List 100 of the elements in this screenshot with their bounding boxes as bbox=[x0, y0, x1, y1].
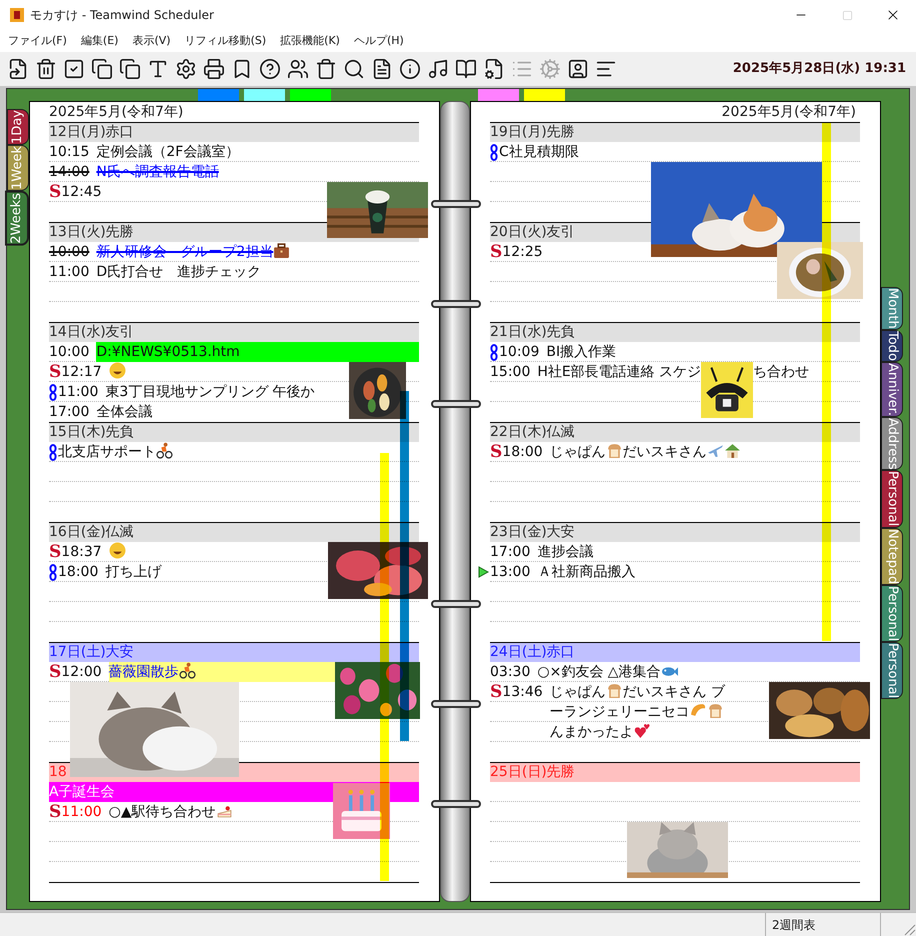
index-marker[interactable] bbox=[290, 89, 331, 101]
entry-time: 11:00 bbox=[61, 803, 102, 822]
schedule-mark: S bbox=[49, 802, 62, 822]
binder-ring bbox=[431, 800, 481, 808]
entry-text: 打ち上げ bbox=[105, 564, 162, 580]
entry-text: C社見積期限 bbox=[499, 144, 579, 160]
schedule-mark: S bbox=[49, 542, 62, 562]
resize-grip-icon bbox=[902, 922, 916, 936]
menu-item[interactable]: 編集(E) bbox=[80, 32, 118, 50]
status-text: 2週間表 bbox=[772, 916, 816, 934]
entry-text: ○×釣友会 △港集合 bbox=[537, 664, 661, 680]
users-icon[interactable] bbox=[286, 58, 308, 80]
entry-time: 18:00 bbox=[502, 443, 543, 462]
side-tab[interactable]: Todo bbox=[881, 330, 903, 362]
entry-text: N氏へ調査報告電話 bbox=[96, 164, 219, 180]
entry-text: BI搬入作業 bbox=[546, 344, 616, 360]
entry-text: A子誕生会 bbox=[49, 784, 115, 800]
entry-text: ○▲駅待ち合わせ bbox=[108, 804, 216, 820]
binder-ring bbox=[431, 400, 481, 408]
hearts-icon bbox=[634, 722, 651, 739]
entry-text: D氏打合せ 進捗チェック bbox=[96, 264, 262, 280]
music-icon[interactable] bbox=[426, 58, 448, 80]
entry-time: 14:00 bbox=[49, 163, 90, 182]
entry-time: 12:17 bbox=[61, 363, 102, 382]
smiley-icon bbox=[108, 362, 126, 379]
help-icon[interactable] bbox=[258, 58, 280, 80]
smiley-icon bbox=[108, 542, 126, 559]
entry-time: 12:45 bbox=[61, 183, 102, 202]
entry-text: ち合わせ bbox=[753, 364, 810, 380]
checkbox-icon[interactable] bbox=[62, 58, 84, 80]
menu-item[interactable]: ヘルプ(H) bbox=[354, 32, 404, 50]
schedule-mark: S bbox=[490, 442, 502, 462]
day-header: 24日(土)赤口 bbox=[490, 643, 860, 662]
index-marker[interactable] bbox=[244, 89, 285, 101]
entry-time: 12:25 bbox=[502, 243, 543, 262]
side-tab[interactable]: 1Day bbox=[7, 109, 29, 145]
schedule-mark: S bbox=[49, 182, 62, 202]
binder-ring bbox=[431, 200, 481, 208]
day-header: 21日(水)先負 bbox=[490, 323, 860, 342]
entry-text: 新人研修会 グループ2担当 bbox=[96, 244, 274, 260]
binder-ring bbox=[431, 600, 481, 608]
side-tab[interactable]: Personal bbox=[881, 470, 903, 528]
window-title: モカすけ - Teamwind Scheduler bbox=[30, 7, 214, 24]
bin-icon[interactable] bbox=[314, 58, 336, 80]
day-header: 17日(土)大安 bbox=[49, 643, 419, 662]
day-header: 14日(水)友引 bbox=[49, 323, 419, 342]
schedule-mark: S bbox=[49, 662, 62, 682]
clock: 2025年5月28日(水) 19:31 bbox=[732, 60, 906, 78]
side-tab[interactable]: 2Weeks bbox=[5, 190, 29, 246]
entry-time: 13:00 bbox=[490, 563, 530, 582]
printer-icon[interactable] bbox=[202, 58, 224, 80]
file-settings-icon[interactable] bbox=[482, 58, 504, 80]
day-header: 12日(月)赤口 bbox=[49, 123, 419, 142]
menu-item[interactable]: 表示(V) bbox=[132, 32, 171, 50]
entry-time: 18:37 bbox=[61, 543, 102, 562]
user-card-icon[interactable] bbox=[566, 58, 588, 80]
month-heading: 2025年5月(令和7年) bbox=[722, 103, 856, 122]
settings-icon[interactable] bbox=[174, 58, 196, 80]
entry-time: 18:00 bbox=[58, 563, 98, 582]
trash-icon[interactable] bbox=[34, 58, 56, 80]
side-tab[interactable]: Anniver. bbox=[881, 362, 903, 417]
entry-text: H社E部長電話連絡 スケジ bbox=[537, 364, 702, 380]
copy-icon[interactable] bbox=[118, 58, 140, 80]
entry-time: 15:00 bbox=[490, 363, 530, 382]
entry-text: Ａ社新商品搬入 bbox=[537, 564, 636, 580]
entry-time: 10:15 bbox=[49, 143, 90, 162]
index-marker[interactable] bbox=[524, 89, 565, 101]
menu-item[interactable]: リフィル移動(S) bbox=[184, 32, 266, 50]
day-header: 16日(金)仏滅 bbox=[49, 523, 419, 542]
house-icon bbox=[724, 442, 741, 459]
entry-text: だいスキさん bbox=[622, 444, 707, 460]
side-tab[interactable]: Personal bbox=[881, 584, 903, 642]
entry-time: 10:00 bbox=[49, 243, 90, 262]
day-header: 15日(木)先負 bbox=[49, 423, 419, 442]
entry-time: 11:00 bbox=[49, 263, 90, 282]
info-icon[interactable] bbox=[398, 58, 420, 80]
bread-icon bbox=[606, 442, 623, 459]
briefcase-icon bbox=[273, 242, 290, 259]
entry-time: 17:00 bbox=[49, 403, 90, 422]
index-marker[interactable] bbox=[198, 89, 239, 101]
entry-text: 進捗会議 bbox=[537, 544, 594, 560]
cyclist-icon bbox=[156, 442, 173, 459]
entry-text: 定例会議（2F会議室） bbox=[96, 144, 240, 160]
bread-icon bbox=[606, 682, 623, 699]
entry-time: 11:00 bbox=[58, 383, 98, 402]
entry-text: んまかったよ bbox=[550, 724, 634, 740]
day-header: 23日(金)大安 bbox=[490, 523, 860, 542]
entry-text: 東3丁目現地サンプリング 午後か bbox=[105, 384, 315, 400]
menu-item[interactable]: 拡張機能(K) bbox=[280, 32, 340, 50]
side-tab[interactable]: Month bbox=[881, 287, 903, 330]
book-icon[interactable] bbox=[454, 58, 476, 80]
index-marker[interactable] bbox=[478, 89, 519, 101]
binder-ring bbox=[431, 300, 481, 308]
side-tab[interactable]: Personal bbox=[881, 642, 903, 700]
entry-text: じゃぱん bbox=[550, 684, 606, 700]
entry-text: 薔薇園散歩 bbox=[108, 664, 179, 680]
entry-time: 13:46 bbox=[502, 683, 543, 702]
search-icon[interactable] bbox=[342, 58, 364, 80]
copy-icon[interactable] bbox=[90, 58, 112, 80]
menu-item[interactable]: ファイル(F) bbox=[8, 32, 67, 50]
